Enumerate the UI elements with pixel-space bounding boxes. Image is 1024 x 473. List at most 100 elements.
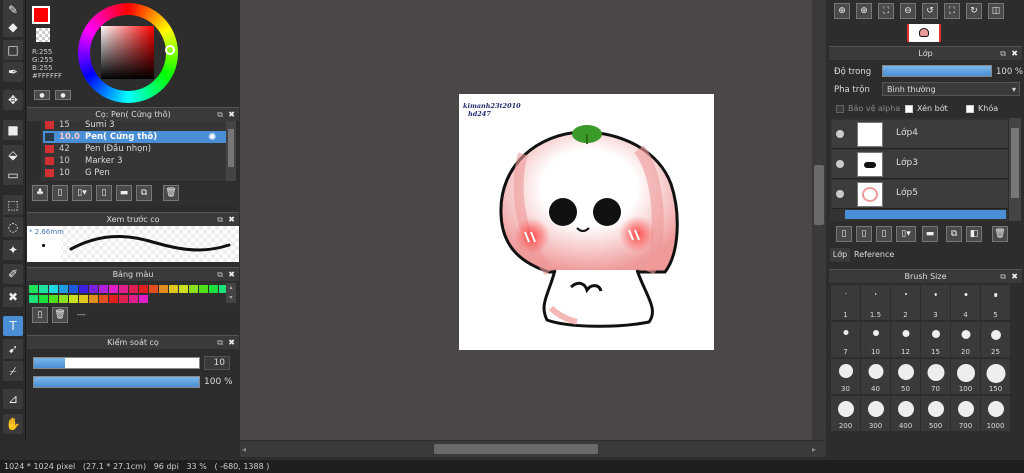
zoom-in-icon[interactable]: ⊕ xyxy=(856,3,872,19)
palette-color[interactable] xyxy=(199,285,208,293)
navigator-preview[interactable] xyxy=(907,24,941,42)
line-pen-tool-icon[interactable]: ⊿ xyxy=(3,389,23,409)
layer-row[interactable]: Lớp4 xyxy=(832,120,1008,149)
brush-size-preset[interactable]: 700 xyxy=(951,396,980,431)
rotate-right-icon[interactable]: ↻ xyxy=(966,3,982,19)
tab-reference[interactable]: Reference xyxy=(852,248,896,262)
brush-size-preset[interactable]: 5 xyxy=(981,285,1010,320)
brush-size-slider[interactable] xyxy=(33,357,200,369)
palette-color[interactable] xyxy=(129,295,138,303)
new-layer-2-icon[interactable]: ▯ xyxy=(856,226,872,242)
secondary-color-swatch[interactable] xyxy=(36,28,50,42)
brush-add-menu-icon[interactable]: ▯▾ xyxy=(72,185,92,201)
rotate-fit-icon[interactable]: ⛶ xyxy=(944,3,960,19)
eraser-tool-icon[interactable]: ◆ xyxy=(3,17,23,37)
close-icon[interactable]: ✖ xyxy=(228,268,235,281)
brush-size-preset[interactable]: 3 xyxy=(921,285,950,320)
brush-row[interactable]: 15 Sumi 3 xyxy=(43,119,226,131)
popout-icon[interactable]: ⧉ xyxy=(217,213,223,226)
brush-scrollbar[interactable] xyxy=(226,121,236,181)
select-pen-tool-icon[interactable]: ✐ xyxy=(3,264,23,284)
brush-size-preset[interactable]: 1.5 xyxy=(861,285,890,320)
layer-folder-icon[interactable]: ▬ xyxy=(922,226,938,242)
visibility-eye-icon[interactable] xyxy=(836,130,844,138)
merge-layer-icon[interactable]: ◧ xyxy=(966,226,982,242)
palette-color[interactable] xyxy=(49,285,58,293)
rectangle-tool-icon[interactable]: □ xyxy=(3,40,23,60)
gradient-tool-icon[interactable]: ▭ xyxy=(3,165,23,185)
brush-row[interactable]: 10 G Pen xyxy=(43,167,226,179)
brush-folder-icon[interactable]: ▬ xyxy=(116,185,132,201)
layer-scrollbar[interactable] xyxy=(1009,118,1021,221)
palette-color[interactable] xyxy=(59,295,68,303)
close-icon[interactable]: ✖ xyxy=(1011,47,1018,60)
brush-size-preset[interactable]: 100 xyxy=(951,359,980,394)
layer-row[interactable]: Lớp3 xyxy=(832,150,1008,179)
blend-mode-select[interactable]: Bình thường ▾ xyxy=(882,82,1020,96)
popout-icon[interactable]: ⧉ xyxy=(1000,47,1006,60)
new-layer-icon[interactable]: ▯ xyxy=(836,226,852,242)
layer-opacity-slider[interactable] xyxy=(882,65,992,77)
palette-color[interactable] xyxy=(69,295,78,303)
close-icon[interactable]: ✖ xyxy=(228,108,235,121)
palette-color[interactable] xyxy=(189,285,198,293)
brush-size-preset[interactable]: 70 xyxy=(921,359,950,394)
palette-color[interactable] xyxy=(69,285,78,293)
layer-row[interactable]: Lớp5 xyxy=(832,180,1008,209)
primary-color-swatch[interactable] xyxy=(32,6,50,24)
text-tool-icon[interactable]: T xyxy=(3,316,23,336)
move-tool-icon[interactable]: ✥ xyxy=(3,90,23,110)
zoom-out-icon[interactable]: ⊖ xyxy=(900,3,916,19)
palette-new-icon[interactable]: ▯ xyxy=(32,307,48,323)
brush-size-preset[interactable]: 2 xyxy=(891,285,920,320)
brush-opacity-slider[interactable] xyxy=(33,376,200,388)
palette-color[interactable] xyxy=(179,285,188,293)
brush-size-preset[interactable]: 12 xyxy=(891,322,920,357)
brush-size-preset[interactable]: 1000 xyxy=(981,396,1010,431)
palette-color[interactable] xyxy=(99,295,108,303)
brush-size-preset[interactable]: 500 xyxy=(921,396,950,431)
brush-duplicate-icon[interactable]: ⧉ xyxy=(136,185,152,201)
clipping-checkbox[interactable] xyxy=(905,105,913,113)
popout-icon[interactable]: ⧉ xyxy=(217,336,223,349)
magic-wand-tool-icon[interactable]: ✦ xyxy=(3,240,23,260)
fill-shape-tool-icon[interactable]: ■ xyxy=(3,120,23,140)
close-icon[interactable]: ✖ xyxy=(228,336,235,349)
palette-color[interactable] xyxy=(39,285,48,293)
palette-color[interactable] xyxy=(109,295,118,303)
pen-tool-icon[interactable]: ✒ xyxy=(3,62,23,82)
palette-color[interactable] xyxy=(149,285,158,293)
drawing-canvas[interactable]: kimanh23t2010 hd247 xyxy=(459,94,714,350)
palette-color[interactable] xyxy=(49,295,58,303)
brush-size-preset[interactable]: 400 xyxy=(891,396,920,431)
select-rect-tool-icon[interactable]: ⬚ xyxy=(3,195,23,215)
brush-new-icon[interactable]: ▯ xyxy=(52,185,68,201)
eyedropper-tool-icon[interactable]: ⌿ xyxy=(3,361,23,381)
palette-color[interactable] xyxy=(139,295,148,303)
settings-gear-icon[interactable]: ✺ xyxy=(208,132,216,143)
rotate-left-icon[interactable]: ↺ xyxy=(922,3,938,19)
new-layer-3-icon[interactable]: ▯ xyxy=(876,226,892,242)
palette-color[interactable] xyxy=(79,295,88,303)
hue-handle[interactable] xyxy=(165,45,175,55)
palette-color[interactable] xyxy=(109,285,118,293)
palette-color[interactable] xyxy=(139,285,148,293)
brush-size-preset[interactable]: 4 xyxy=(951,285,980,320)
palette-color[interactable] xyxy=(119,295,128,303)
hand-tool-icon[interactable]: ✋ xyxy=(3,414,23,434)
palette-delete-icon[interactable]: 🗑 xyxy=(52,307,68,323)
brush-row[interactable]: 10 Marker 3 xyxy=(43,155,226,167)
popout-icon[interactable]: ⧉ xyxy=(1000,270,1006,283)
select-eraser-tool-icon[interactable]: ✖ xyxy=(3,287,23,307)
bucket-tool-icon[interactable]: ⬙ xyxy=(3,145,23,165)
brush-row[interactable]: 10.0 Pen( Cứng thô) xyxy=(43,131,226,143)
lasso-tool-icon[interactable]: ◌ xyxy=(3,217,23,237)
canvas-vscroll[interactable] xyxy=(812,0,826,440)
selected-layer-row[interactable] xyxy=(845,210,1006,219)
palette-name-field[interactable]: --- xyxy=(74,307,224,323)
palette-color[interactable] xyxy=(59,285,68,293)
palette-scrollbar[interactable]: ▴ ▾ xyxy=(226,283,236,303)
close-icon[interactable]: ✖ xyxy=(1011,270,1018,283)
brush-add-icon[interactable]: ♣ xyxy=(32,185,48,201)
add-layer-menu-icon[interactable]: ▯▾ xyxy=(896,226,916,242)
